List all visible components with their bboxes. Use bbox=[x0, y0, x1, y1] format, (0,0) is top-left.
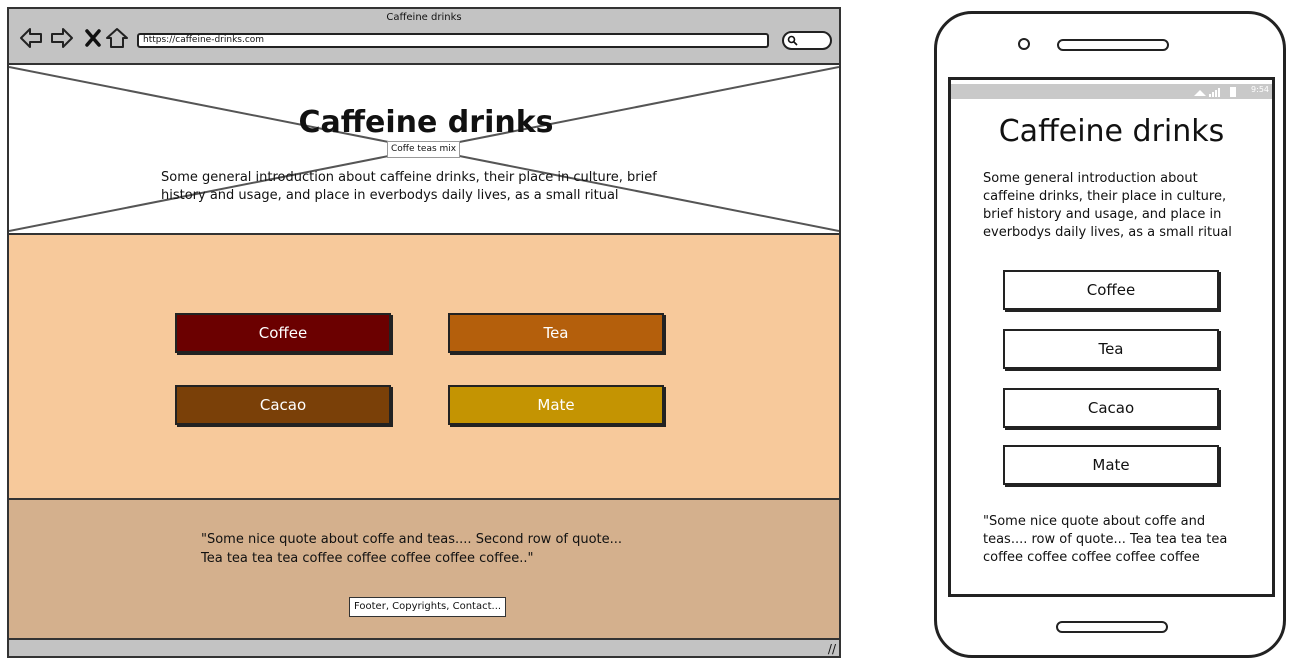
drinks-section: Coffee Tea Cacao Mate bbox=[9, 235, 839, 500]
close-x-icon[interactable] bbox=[81, 26, 105, 50]
phone-quote-text: "Some nice quote about coffe and teas...… bbox=[983, 514, 1228, 565]
speaker-icon bbox=[1057, 39, 1169, 51]
hero-section: Caffeine drinks Coffe teas mix Some gene… bbox=[9, 65, 839, 235]
camera-icon bbox=[1018, 38, 1030, 50]
back-arrow-icon[interactable] bbox=[19, 26, 43, 50]
address-bar[interactable]: https://caffeine-drinks.com bbox=[137, 33, 769, 48]
phone-intro-text: Some general introduction about caffeine… bbox=[983, 171, 1232, 240]
phone-frame: 9:54 Caffeine drinks Some general introd… bbox=[934, 11, 1286, 658]
intro-text: Some general introduction about caffeine… bbox=[161, 170, 657, 203]
quote-text: "Some nice quote about coffe and teas...… bbox=[201, 530, 651, 568]
page-title: Caffeine drinks bbox=[298, 105, 554, 140]
footer-link[interactable]: Footer, Copyrights, Contact... bbox=[349, 597, 507, 617]
phone-tea-button[interactable]: Tea bbox=[1003, 329, 1219, 369]
coffee-button[interactable]: Coffee bbox=[175, 313, 391, 353]
phone-screen: 9:54 Caffeine drinks Some general introd… bbox=[948, 77, 1275, 597]
search-button[interactable] bbox=[782, 31, 832, 50]
mate-button[interactable]: Mate bbox=[448, 385, 664, 425]
browser-window: Caffeine drinks https://caffeine-drinks.… bbox=[7, 7, 841, 658]
hero-image-label: Coffe teas mix bbox=[387, 141, 461, 158]
home-button[interactable] bbox=[1056, 621, 1168, 633]
phone-status-bar: 9:54 bbox=[951, 84, 1272, 99]
quote-line-2: Tea tea tea tea coffee coffee coffee cof… bbox=[201, 551, 534, 566]
phone-page-title: Caffeine drinks bbox=[998, 114, 1225, 149]
status-bar: // bbox=[9, 640, 839, 656]
phone-coffee-button[interactable]: Coffee bbox=[1003, 270, 1219, 310]
browser-toolbar: Caffeine drinks https://caffeine-drinks.… bbox=[9, 9, 839, 65]
home-icon[interactable] bbox=[105, 26, 129, 50]
quote-line-1: "Some nice quote about coffe and teas...… bbox=[201, 532, 623, 547]
tea-button[interactable]: Tea bbox=[448, 313, 664, 353]
forward-arrow-icon[interactable] bbox=[50, 26, 74, 50]
phone-cacao-button[interactable]: Cacao bbox=[1003, 388, 1219, 428]
phone-clock: 9:54 bbox=[1251, 85, 1269, 94]
resize-grip-icon[interactable]: // bbox=[828, 643, 836, 655]
footer-section: "Some nice quote about coffe and teas...… bbox=[9, 500, 839, 640]
cacao-button[interactable]: Cacao bbox=[175, 385, 391, 425]
search-icon bbox=[787, 35, 798, 46]
battery-icon bbox=[1230, 87, 1236, 97]
phone-mate-button[interactable]: Mate bbox=[1003, 445, 1219, 485]
signal-icon bbox=[1194, 88, 1220, 97]
window-title: Caffeine drinks bbox=[386, 12, 462, 23]
